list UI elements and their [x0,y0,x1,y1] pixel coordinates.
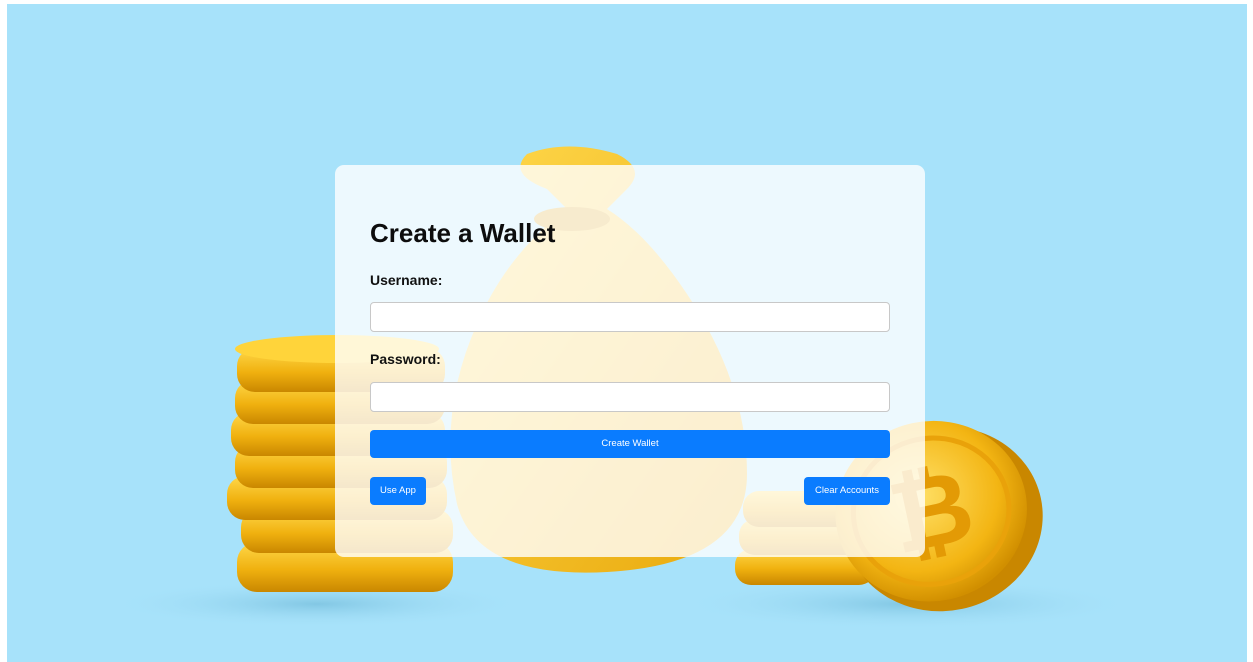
username-input[interactable] [370,302,890,332]
use-app-button[interactable]: Use App [370,477,426,505]
password-input[interactable] [370,382,890,412]
page-title: Create a Wallet [370,218,556,248]
username-label: Username: [370,272,443,288]
password-label: Password: [370,351,441,367]
create-wallet-button[interactable]: Create Wallet [370,430,890,458]
background-scene: ₿ Create a Wallet Username: Password: Cr… [7,4,1247,662]
create-wallet-card: Create a Wallet Username: Password: Crea… [335,165,925,557]
clear-accounts-button[interactable]: Clear Accounts [804,477,890,505]
